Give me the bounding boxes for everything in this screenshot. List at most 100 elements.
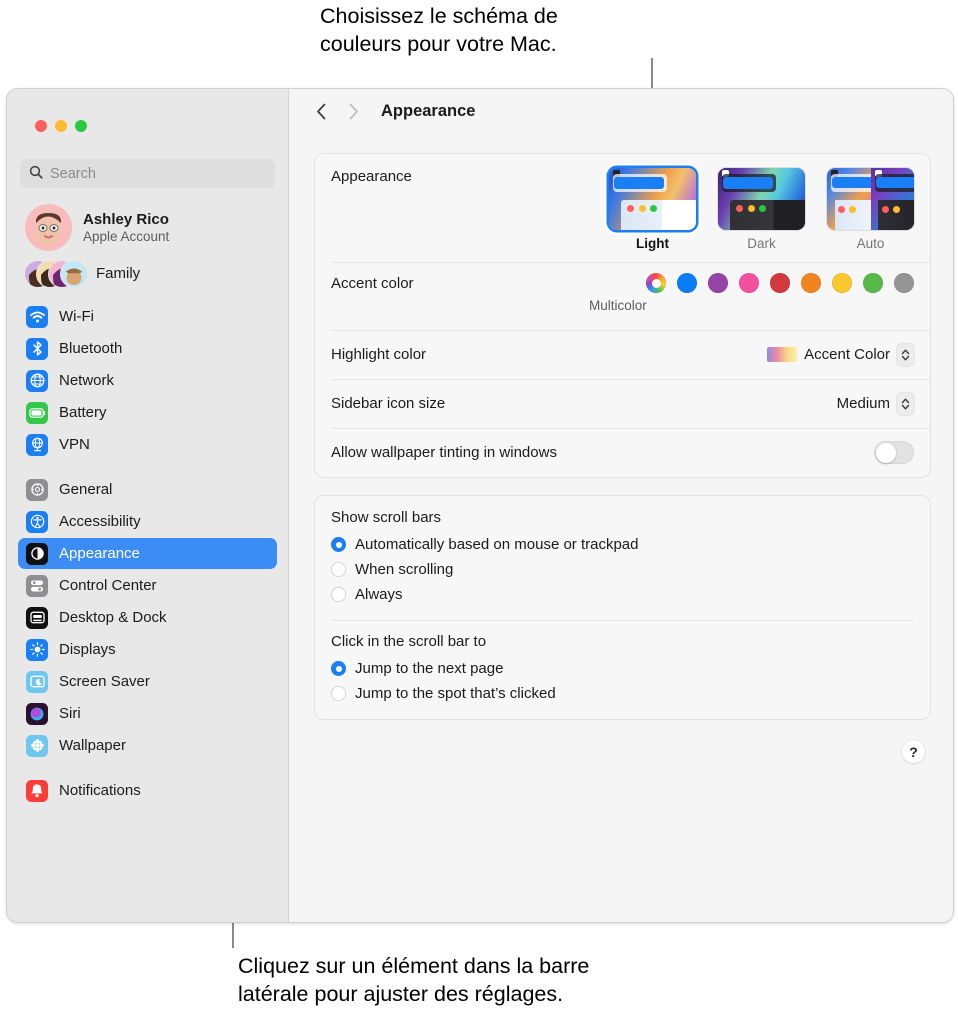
scroll-bars-card: Show scroll bars Automatically based on … [314, 495, 931, 720]
sidebar-item-desktop-dock[interactable]: Desktop & Dock [18, 602, 277, 633]
sidebar-item-siri[interactable]: Siri [18, 698, 277, 729]
search-icon [29, 165, 43, 183]
sidebar: Search Ashl [7, 89, 289, 922]
radio-button[interactable] [331, 686, 346, 701]
wallpaper-tinting-toggle[interactable] [874, 441, 914, 464]
zoom-button[interactable] [75, 120, 87, 132]
sidebar-item-label: Battery [59, 404, 107, 421]
sidebar-item-appearance[interactable]: Appearance [18, 538, 277, 569]
back-button[interactable] [307, 98, 335, 126]
thumb-window [730, 200, 805, 230]
wallpaper-tinting-label: Allow wallpaper tinting in windows [331, 444, 557, 461]
accent-swatch-green[interactable] [863, 273, 883, 293]
light-thumbnail[interactable] [609, 168, 696, 230]
appearance-options: Light [609, 168, 914, 251]
close-button[interactable] [35, 120, 47, 132]
brightness-icon [26, 639, 48, 661]
auto-thumbnail[interactable] [827, 168, 914, 230]
sidebar-group-notifications: Notifications [18, 775, 277, 806]
sidebar-item-accessibility[interactable]: Accessibility [18, 506, 277, 537]
sidebar-item-label: VPN [59, 436, 90, 453]
accent-swatch-yellow[interactable] [832, 273, 852, 293]
sidebar-item-label: Notifications [59, 782, 141, 799]
highlight-color-label: Highlight color [331, 346, 426, 363]
account-row[interactable]: Ashley Rico Apple Account [25, 204, 277, 251]
sidebar-item-label: Desktop & Dock [59, 609, 167, 626]
sidebar-item-family[interactable]: Family [24, 260, 277, 287]
thumb-selection-bar [723, 177, 773, 189]
radio-button[interactable] [331, 562, 346, 577]
radio-option-spot-clicked[interactable]: Jump to the spot that’s clicked [331, 681, 914, 706]
help-row: ? [314, 737, 931, 763]
sidebar-item-bluetooth[interactable]: Bluetooth [18, 333, 277, 364]
sidebar-item-screen-saver[interactable]: Screen Saver [18, 666, 277, 697]
sidebar-item-displays[interactable]: Displays [18, 634, 277, 665]
sidebar-item-vpn[interactable]: VPN [18, 429, 277, 460]
sidebar-item-label: Appearance [59, 545, 140, 562]
sidebar-item-general[interactable]: General [18, 474, 277, 505]
toolbar: Appearance [289, 89, 953, 134]
radio-option-automatic[interactable]: Automatically based on mouse or trackpad [331, 532, 914, 557]
sidebar-icon-size-popup[interactable]: Medium [837, 393, 914, 415]
radio-label: Always [355, 586, 403, 603]
accent-swatch-blue[interactable] [677, 273, 697, 293]
show-scroll-bars-title: Show scroll bars [331, 509, 914, 526]
sidebar-item-notifications[interactable]: Notifications [18, 775, 277, 806]
family-label: Family [96, 265, 140, 282]
highlight-color-popup[interactable]: Accent Color [767, 344, 914, 366]
sidebar-group-system: General Accessibility Appearance [18, 474, 277, 761]
bell-icon [26, 780, 48, 802]
help-icon[interactable]: ? [902, 740, 925, 763]
callout-top-text: Choisissez le schéma de couleurs pour vo… [320, 2, 558, 58]
sidebar-item-wi-fi[interactable]: Wi-Fi [18, 301, 277, 332]
accent-swatch-pink[interactable] [739, 273, 759, 293]
accent-swatch-graphite[interactable] [894, 273, 914, 293]
sidebar-item-label: Bluetooth [59, 340, 122, 357]
forward-button[interactable] [339, 98, 367, 126]
appearance-label: Appearance [331, 168, 412, 185]
wifi-icon [26, 306, 48, 328]
control-center-icon [26, 575, 48, 597]
appearance-row: Appearance [315, 154, 930, 262]
sidebar-item-label: Network [59, 372, 114, 389]
sidebar-item-label: General [59, 481, 112, 498]
radio-option-always[interactable]: Always [331, 582, 914, 607]
radio-button[interactable] [331, 587, 346, 602]
show-scroll-bars-group: Show scroll bars Automatically based on … [315, 496, 930, 620]
sidebar-group-connectivity: Wi-Fi Bluetooth Network [18, 301, 277, 460]
battery-icon [26, 402, 48, 424]
radio-label: Jump to the next page [355, 660, 503, 677]
radio-label: When scrolling [355, 561, 453, 578]
sidebar-item-battery[interactable]: Battery [18, 397, 277, 428]
auto-dark-half [871, 168, 915, 230]
accent-swatch-red[interactable] [770, 273, 790, 293]
highlight-color-value: Accent Color [804, 346, 890, 363]
sidebar-item-control-center[interactable]: Control Center [18, 570, 277, 601]
highlight-gradient-swatch [767, 347, 797, 362]
sidebar-item-network[interactable]: Network [18, 365, 277, 396]
search-field[interactable]: Search [20, 159, 275, 188]
accent-swatch-purple[interactable] [708, 273, 728, 293]
radio-option-next-page[interactable]: Jump to the next page [331, 656, 914, 681]
accent-swatch-orange[interactable] [801, 273, 821, 293]
appearance-option-label: Light [636, 236, 669, 251]
chevron-updown-icon[interactable] [897, 393, 914, 415]
appearance-option-dark[interactable]: Dark [718, 168, 805, 251]
highlight-color-row: Highlight color Accent Color [315, 330, 930, 379]
radio-option-when-scrolling[interactable]: When scrolling [331, 557, 914, 582]
appearance-option-auto[interactable]: Auto [827, 168, 914, 251]
accessibility-icon [26, 511, 48, 533]
chevron-updown-icon[interactable] [897, 344, 914, 366]
accent-swatch-multicolor[interactable] [646, 273, 666, 293]
page-title: Appearance [381, 102, 475, 121]
dark-thumbnail[interactable] [718, 168, 805, 230]
sidebar-item-wallpaper[interactable]: Wallpaper [18, 730, 277, 761]
minimize-button[interactable] [55, 120, 67, 132]
radio-button[interactable] [331, 537, 346, 552]
appearance-option-label: Dark [747, 236, 776, 251]
window-controls [35, 120, 87, 132]
appearance-option-light[interactable]: Light [609, 168, 696, 251]
bluetooth-icon [26, 338, 48, 360]
radio-button[interactable] [331, 661, 346, 676]
auto-light-half [827, 168, 871, 230]
